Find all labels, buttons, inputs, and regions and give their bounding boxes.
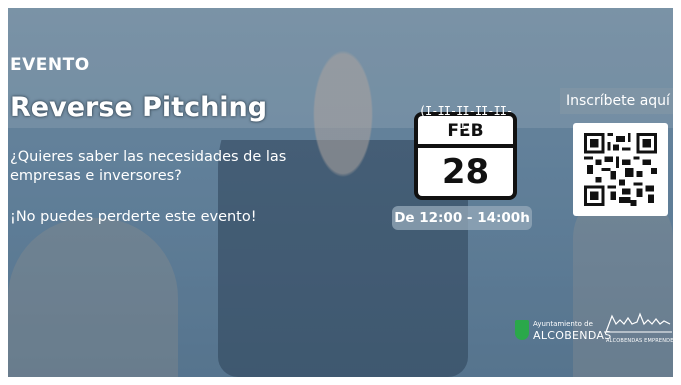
registration-label: Inscríbete aquí <box>560 88 673 114</box>
event-title: Reverse Pitching <box>10 92 268 123</box>
skyline-icon <box>604 312 672 333</box>
ayuntamiento-label-line2: ALCOBENDAS <box>533 329 612 342</box>
calendar-icon: FEB (I-II-II-II-II-I) 28 <box>414 104 517 202</box>
qr-code-icon <box>584 133 657 206</box>
event-question: ¿Quieres saber las necesidades de las em… <box>10 149 287 184</box>
ayuntamiento-alcobendas-logo: Ayuntamiento de ALCOBENDAS <box>515 318 611 348</box>
registration-qr-code[interactable] <box>573 123 668 216</box>
event-time: De 12:00 - 14:00h <box>392 206 532 230</box>
ayuntamiento-label-line1: Ayuntamiento de <box>533 320 593 328</box>
alcobendas-emprende-logo: ALCOBENDAS EMPRENDE <box>604 308 674 348</box>
emprende-label: ALCOBENDAS EMPRENDE <box>606 338 674 344</box>
event-cta: ¡No puedes perderte este evento! <box>10 209 257 225</box>
ayuntamiento-shield-icon <box>515 320 529 340</box>
calendar-day: 28 <box>414 144 517 200</box>
event-label: EVENTO <box>10 55 90 75</box>
calendar-rings: (I-II-II-II-II-I) <box>418 104 513 132</box>
